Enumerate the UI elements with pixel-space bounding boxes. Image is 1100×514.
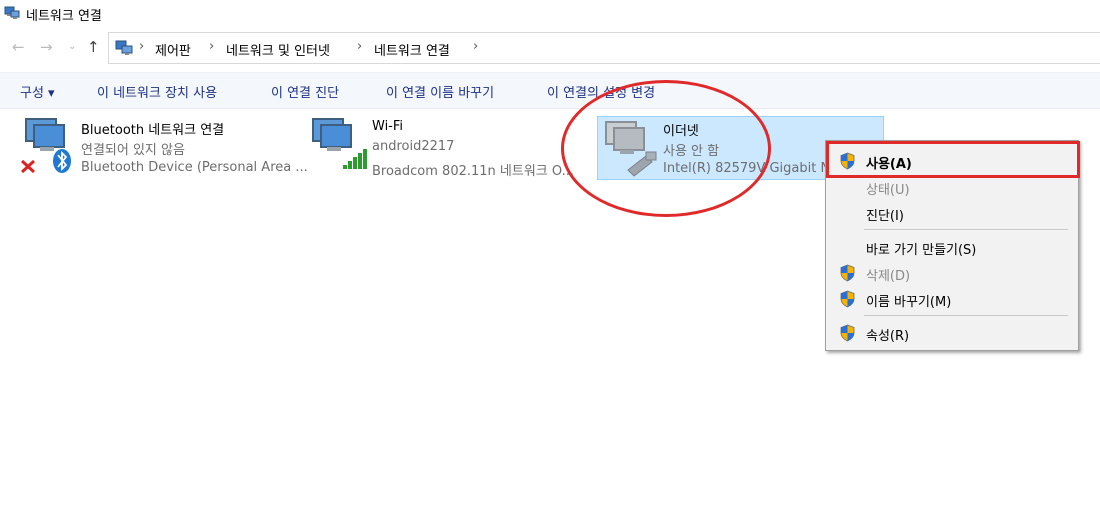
adapter-device: Bluetooth Device (Personal Area ... — [81, 160, 308, 175]
command-bar: 구성 ▾ 이 네트워크 장치 사용 이 연결 진단 이 연결 이름 바꾸기 이 … — [0, 72, 1100, 109]
breadcrumb-separator: › — [473, 39, 479, 54]
highlight-ellipse-annotation — [561, 80, 771, 217]
menu-item-diagnose[interactable]: 진단(I) — [828, 201, 1076, 225]
menu-separator — [864, 315, 1068, 316]
adapter-wifi[interactable]: Wi-Fi android2217 Broadcom 802.11n 네트워크 … — [309, 115, 594, 179]
title-bar: 네트워크 연결 — [0, 0, 1100, 28]
navigation-bar: ← → ⌄ ↑ › 제어판 › 네트워크 및 인터넷 › 네트워크 연결 › — [0, 30, 1100, 66]
adapter-status: 연결되어 있지 않음 — [81, 143, 185, 158]
breadcrumb-network-internet[interactable]: 네트워크 및 인터넷 — [226, 40, 330, 59]
bluetooth-adapter-icon — [20, 118, 71, 174]
highlight-rectangle-annotation — [826, 141, 1080, 178]
uac-shield-icon — [840, 264, 855, 282]
control-panel-icon — [115, 40, 133, 55]
address-bar[interactable]: › 제어판 › 네트워크 및 인터넷 › 네트워크 연결 › — [108, 32, 1100, 64]
breadcrumb-network-connections[interactable]: 네트워크 연결 — [374, 40, 450, 59]
breadcrumb-separator: › — [357, 39, 363, 54]
forward-arrow-icon[interactable]: → — [40, 38, 53, 56]
menu-item-properties[interactable]: 속성(R) — [828, 321, 1076, 345]
disable-device-button[interactable]: 이 네트워크 장치 사용 — [97, 82, 217, 101]
menu-item-rename[interactable]: 이름 바꾸기(M) — [828, 287, 1076, 311]
diagnose-button[interactable]: 이 연결 진단 — [271, 82, 339, 101]
adapter-name: Bluetooth 네트워크 연결 — [81, 123, 225, 138]
menu-item-label: 이름 바꾸기(M) — [866, 295, 952, 310]
chevron-down-icon[interactable]: ⌄ — [68, 41, 76, 52]
adapter-bluetooth[interactable]: Bluetooth 네트워크 연결 연결되어 있지 않음 Bluetooth D… — [18, 115, 308, 179]
breadcrumb-separator: › — [139, 39, 145, 54]
breadcrumb-separator: › — [209, 39, 215, 54]
menu-item-label: 상태(U) — [866, 183, 910, 198]
menu-item-label: 속성(R) — [866, 329, 910, 344]
network-connections-icon — [4, 6, 20, 19]
rename-button[interactable]: 이 연결 이름 바꾸기 — [386, 82, 494, 101]
menu-separator — [864, 229, 1068, 230]
adapter-name: Wi-Fi — [372, 119, 404, 134]
window-title: 네트워크 연결 — [26, 9, 102, 24]
menu-item-label: 삭제(D) — [866, 269, 911, 284]
wifi-adapter-icon — [312, 118, 367, 169]
organize-menu[interactable]: 구성 ▾ — [20, 82, 55, 101]
menu-item-label: 바로 가기 만들기(S) — [866, 243, 977, 258]
adapter-device: Broadcom 802.11n 네트워크 O... — [372, 164, 574, 179]
back-arrow-icon[interactable]: ← — [12, 38, 25, 56]
menu-item-create-shortcut[interactable]: 바로 가기 만들기(S) — [828, 235, 1076, 259]
uac-shield-icon — [840, 290, 855, 308]
uac-shield-icon — [840, 324, 855, 342]
adapter-status: android2217 — [372, 139, 455, 154]
breadcrumb-control-panel[interactable]: 제어판 — [155, 40, 191, 59]
menu-item-label: 진단(I) — [866, 209, 904, 224]
menu-item-delete[interactable]: 삭제(D) — [828, 261, 1076, 285]
up-arrow-icon[interactable]: ↑ — [87, 38, 100, 56]
menu-item-status[interactable]: 상태(U) — [828, 175, 1076, 199]
